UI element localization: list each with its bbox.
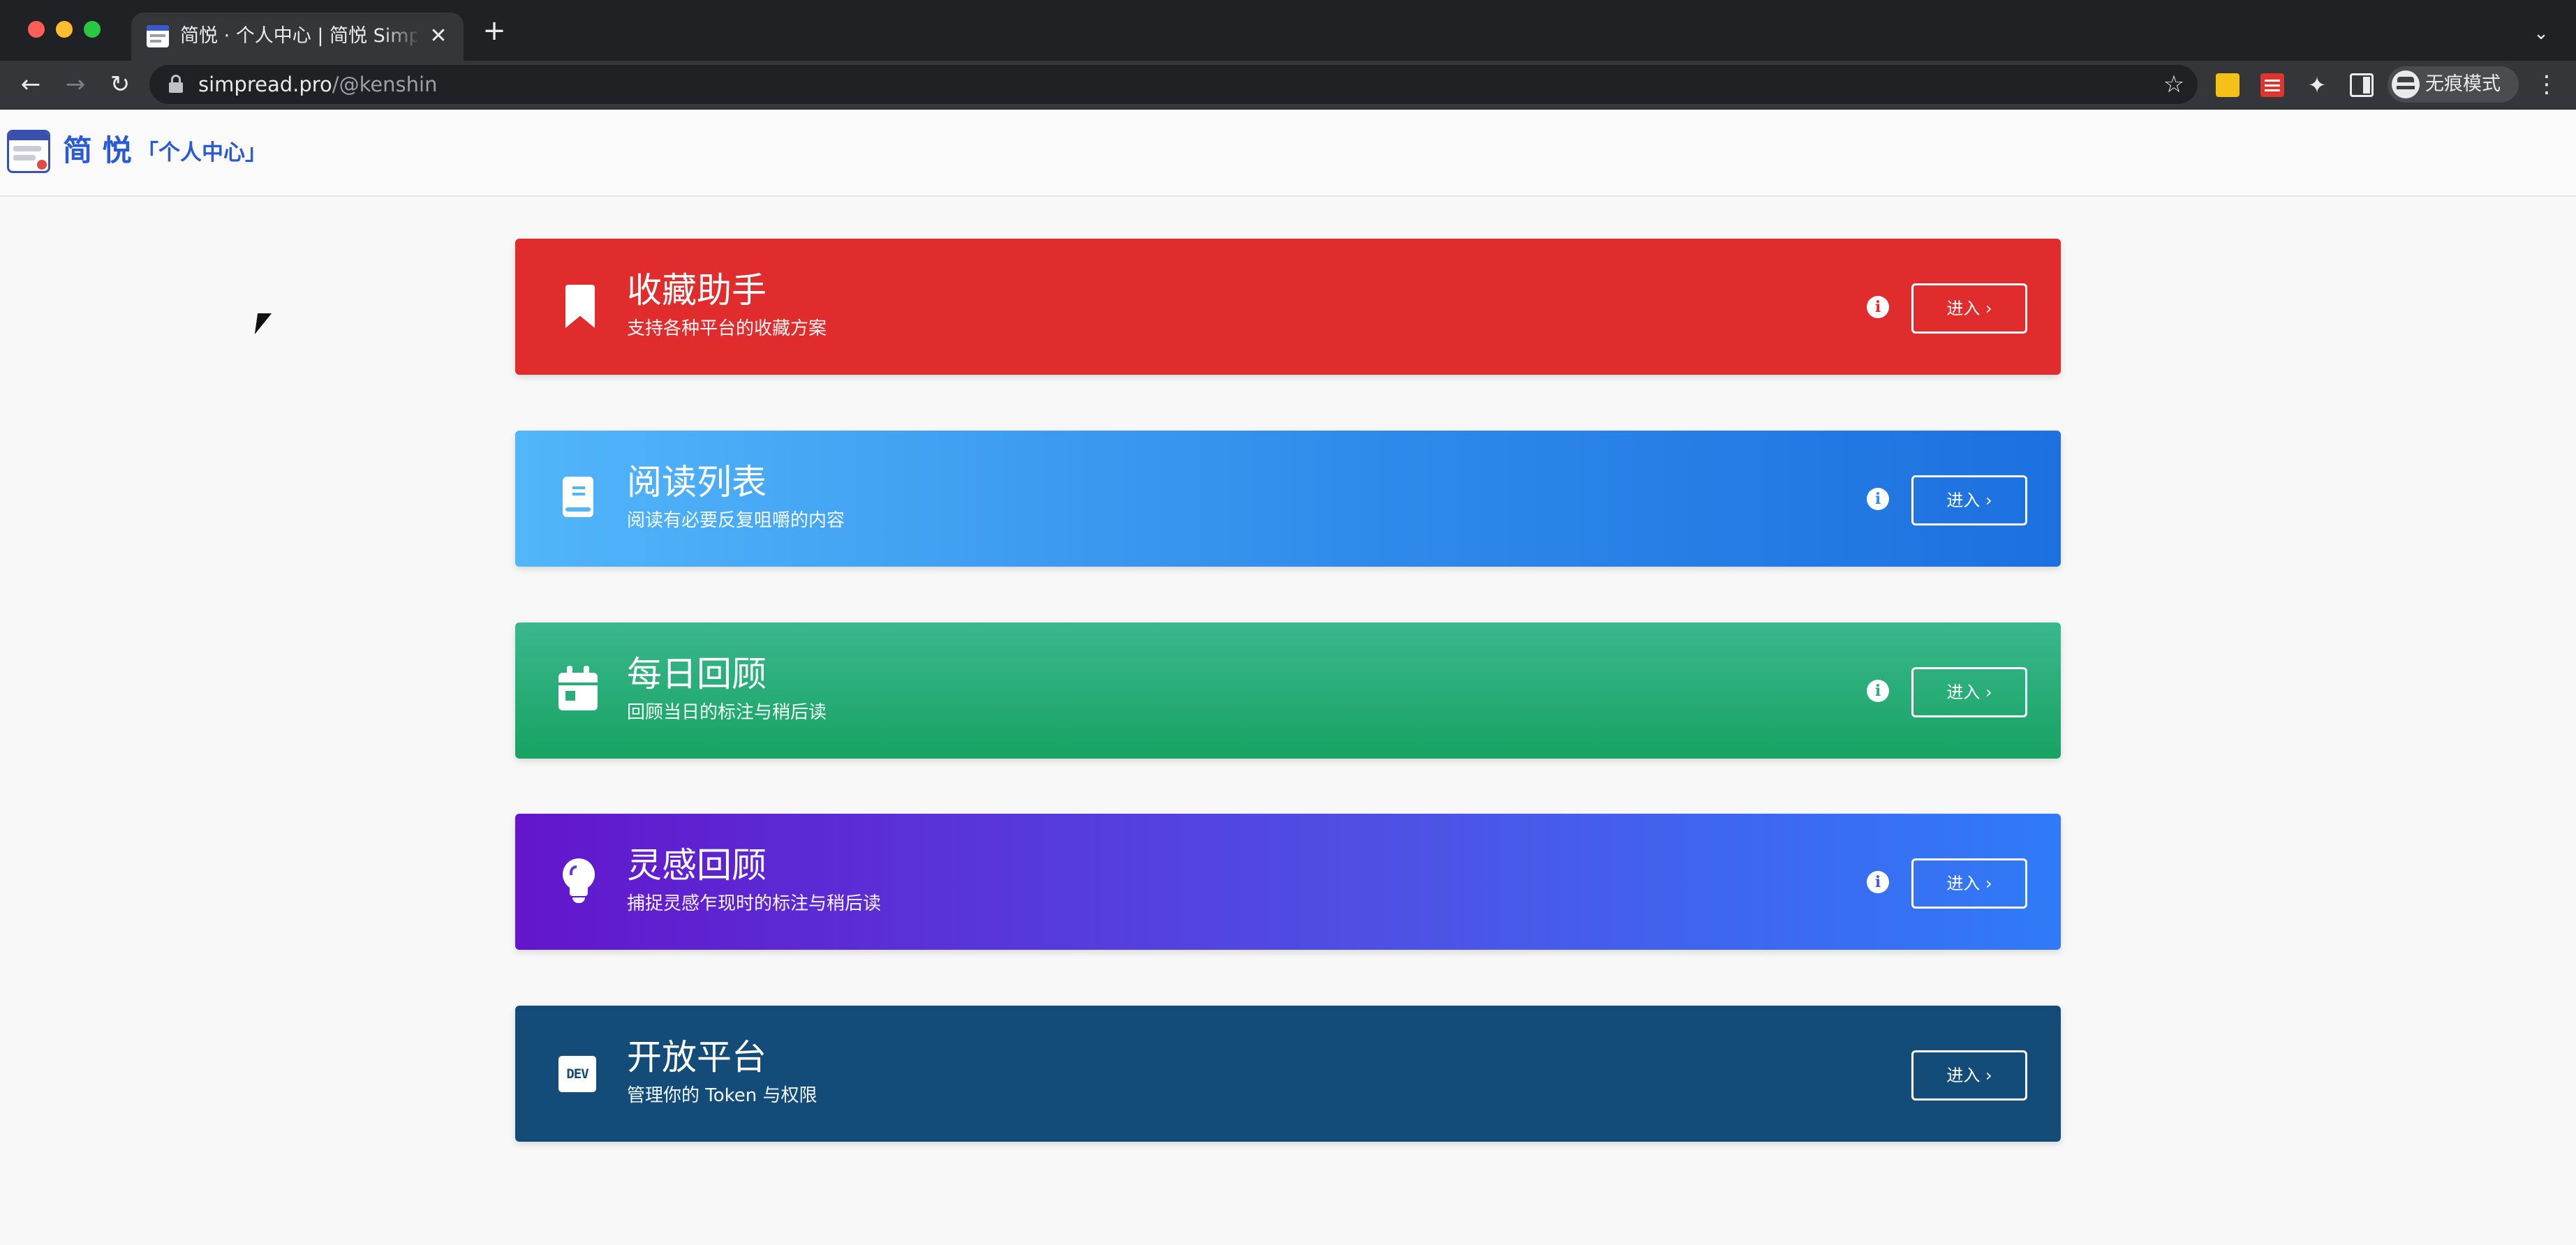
card-reading-list: 阅读列表 阅读有必要反复咀嚼的内容 i 进入 › bbox=[515, 431, 2061, 567]
info-icon[interactable]: i bbox=[1867, 871, 1889, 893]
close-tab-icon[interactable]: ✕ bbox=[426, 24, 451, 49]
card-title: 每日回顾 bbox=[627, 654, 767, 694]
calendar-icon bbox=[557, 666, 598, 713]
card-inspiration-review: 灵感回顾 捕捉灵感乍现时的标注与稍后读 i 进入 › bbox=[515, 814, 2061, 950]
forward-button[interactable]: → bbox=[59, 68, 92, 101]
page-subtitle: 「个人中心」 bbox=[137, 140, 267, 165]
card-title: 收藏助手 bbox=[627, 270, 767, 311]
browser-toolbar: ← → ↻ simpread.pro/@kenshin ☆ ✦ 无痕模式 ⋮ bbox=[0, 61, 2576, 110]
enter-button[interactable]: 进入 › bbox=[1911, 283, 2027, 334]
card-collection-assistant: 收藏助手 支持各种平台的收藏方案 i 进入 › bbox=[515, 239, 2061, 375]
incognito-badge[interactable]: 无痕模式 bbox=[2388, 66, 2519, 103]
enter-button[interactable]: 进入 › bbox=[1911, 475, 2027, 525]
url-path: /@kenshin bbox=[332, 73, 438, 96]
dev-icon: DEV bbox=[557, 1050, 596, 1096]
card-subtitle: 回顾当日的标注与稍后读 bbox=[627, 702, 827, 723]
url-host: simpread.pro bbox=[198, 73, 332, 96]
bookmark-icon bbox=[557, 283, 596, 329]
card-subtitle: 管理你的 Token 与权限 bbox=[627, 1085, 817, 1106]
mouse-pointer-icon bbox=[256, 313, 272, 337]
incognito-icon bbox=[2392, 70, 2420, 98]
extension-simpread-icon[interactable] bbox=[2216, 73, 2240, 97]
maximize-window-button[interactable] bbox=[84, 21, 101, 38]
bookmark-star-icon[interactable]: ☆ bbox=[2160, 70, 2188, 98]
side-panel-icon[interactable] bbox=[2350, 73, 2374, 97]
favicon-icon bbox=[147, 25, 169, 47]
card-title: 灵感回顾 bbox=[627, 845, 767, 886]
page-header: 简 悦 「个人中心」 bbox=[0, 110, 2576, 197]
lightbulb-icon bbox=[557, 858, 596, 904]
tab-search-chevron-icon[interactable]: ⌄ bbox=[2527, 21, 2555, 46]
card-title: 阅读列表 bbox=[627, 462, 767, 502]
incognito-label: 无痕模式 bbox=[2425, 73, 2501, 95]
card-daily-review: 每日回顾 回顾当日的标注与稍后读 i 进入 › bbox=[515, 622, 2061, 759]
book-icon bbox=[557, 475, 596, 521]
browser-tab-bar: 简悦 · 个人中心 | 简悦 SimpRead ✕ + ⌄ bbox=[0, 0, 2576, 61]
tab-title: 简悦 · 个人中心 | 简悦 SimpRead bbox=[180, 25, 417, 47]
close-window-button[interactable] bbox=[28, 21, 45, 38]
enter-button[interactable]: 进入 › bbox=[1911, 667, 2027, 717]
reload-button[interactable]: ↻ bbox=[103, 68, 137, 101]
enter-button[interactable]: 进入 › bbox=[1911, 1050, 2027, 1101]
minimize-window-button[interactable] bbox=[56, 21, 73, 38]
extensions-puzzle-icon[interactable]: ✦ bbox=[2305, 73, 2329, 97]
info-icon[interactable]: i bbox=[1867, 680, 1889, 702]
back-button[interactable]: ← bbox=[14, 68, 47, 101]
card-subtitle: 阅读有必要反复咀嚼的内容 bbox=[627, 510, 845, 531]
lock-icon[interactable] bbox=[168, 75, 184, 94]
extension-list-icon[interactable] bbox=[2260, 73, 2284, 97]
info-icon[interactable]: i bbox=[1867, 296, 1889, 318]
address-bar[interactable]: simpread.pro/@kenshin ☆ bbox=[149, 65, 2198, 104]
active-tab[interactable]: 简悦 · 个人中心 | 简悦 SimpRead ✕ bbox=[131, 13, 464, 61]
enter-button[interactable]: 进入 › bbox=[1911, 858, 2027, 909]
brand-name[interactable]: 简 悦 bbox=[63, 131, 132, 170]
card-open-platform: DEV 开放平台 管理你的 Token 与权限 进入 › bbox=[515, 1006, 2061, 1142]
card-title: 开放平台 bbox=[627, 1037, 767, 1078]
card-subtitle: 支持各种平台的收藏方案 bbox=[627, 318, 827, 339]
new-tab-button[interactable]: + bbox=[480, 17, 508, 46]
browser-menu-icon[interactable]: ⋮ bbox=[2533, 69, 2561, 100]
info-icon[interactable]: i bbox=[1867, 488, 1889, 510]
card-subtitle: 捕捉灵感乍现时的标注与稍后读 bbox=[627, 893, 882, 914]
url-text[interactable]: simpread.pro/@kenshin bbox=[198, 72, 437, 97]
simpread-logo-icon[interactable] bbox=[7, 130, 50, 173]
